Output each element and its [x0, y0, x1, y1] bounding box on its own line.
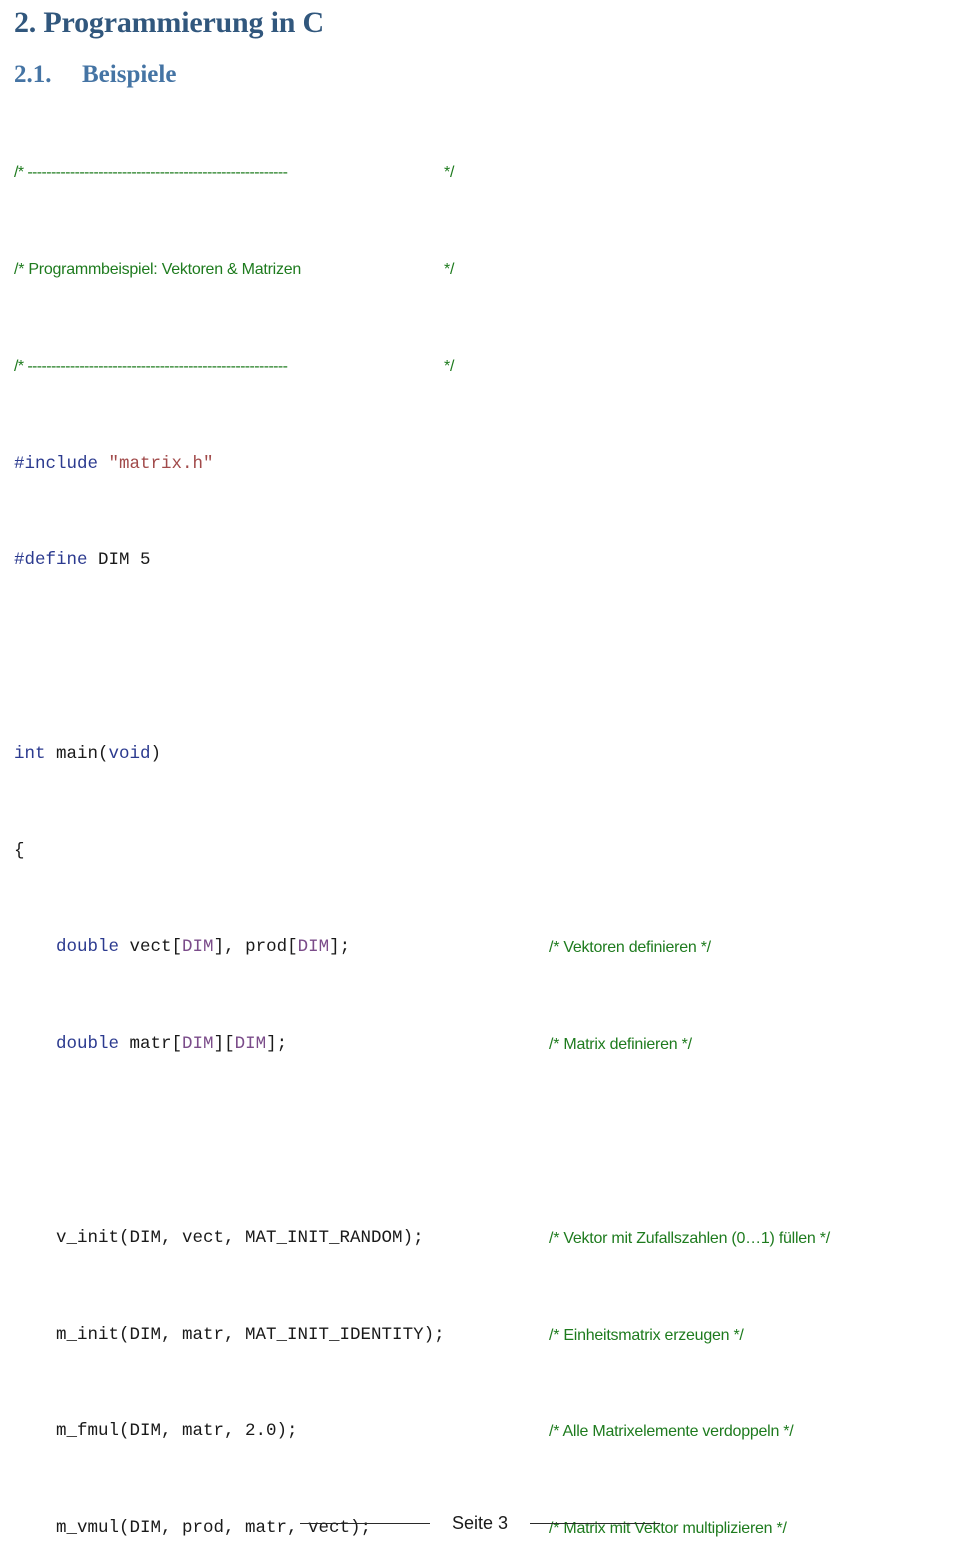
- code-line-brace-open: {: [14, 840, 25, 861]
- section-heading: 2.1. Beispiele: [14, 61, 946, 89]
- inline-comment: /* Vektor mit Zufallszahlen (0…1) füllen…: [549, 1229, 830, 1247]
- document-page: 2. Programmierung in C 2.1. Beispiele /* …: [0, 0, 960, 1548]
- page-title: 2. Programmierung in C: [14, 6, 325, 39]
- code-line-include: #include "matrix.h": [14, 453, 214, 474]
- page-content: 2. Programmierung in C 2.1. Beispiele /* …: [14, 0, 946, 1548]
- page-footer: Seite 3: [0, 1513, 960, 1534]
- code-line-main-signature: int main(void): [14, 743, 162, 764]
- code-line-define: #define DIM 5: [14, 550, 151, 571]
- code-line-v-init: v_init(DIM, vect, MAT_INIT_RANDOM);/* Ve…: [14, 1226, 946, 1250]
- footer-rule-left: [299, 1523, 430, 1524]
- banner-line-top: /* -------------------------------------…: [14, 164, 455, 182]
- inline-comment: /* Einheitsmatrix erzeugen */: [549, 1326, 744, 1344]
- banner-line-title: /* Programmbeispiel: Vektoren & Matrizen…: [14, 260, 455, 278]
- code-line-decl-matr: double matr[DIM][DIM];/* Matrix definier…: [14, 1032, 946, 1056]
- code-line-m-init: m_init(DIM, matr, MAT_INIT_IDENTITY);/* …: [14, 1323, 946, 1347]
- section-title: Beispiele: [82, 61, 177, 88]
- section-number: 2.1.: [14, 61, 52, 88]
- inline-comment: /* Alle Matrixelemente verdoppeln */: [549, 1423, 794, 1441]
- inline-comment: /* Matrix definieren */: [549, 1036, 692, 1054]
- code-line-decl-vect: double vect[DIM], prod[DIM];/* Vektoren …: [14, 935, 946, 959]
- footer-page-number: Seite 3: [451, 1513, 509, 1533]
- footer-rule-right: [530, 1523, 661, 1524]
- code-line-m-fmul: m_fmul(DIM, matr, 2.0);/* Alle Matrixele…: [14, 1419, 946, 1443]
- inline-comment: /* Vektoren definieren */: [549, 939, 711, 957]
- code-block-program-1: /* -------------------------------------…: [14, 89, 946, 1548]
- banner-line-bottom: /* -------------------------------------…: [14, 357, 455, 375]
